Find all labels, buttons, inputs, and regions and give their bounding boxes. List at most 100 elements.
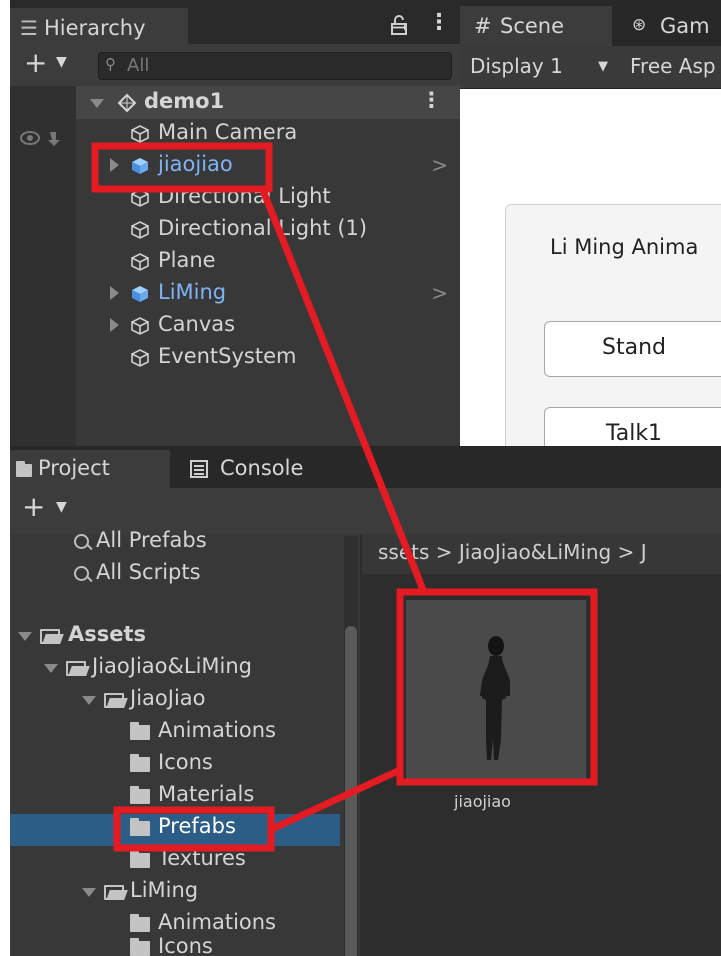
favorite-all-prefabs[interactable]: All Prefabs <box>10 526 340 558</box>
folder-label: Animations <box>158 910 277 934</box>
chevron-right-icon[interactable]: > <box>431 153 448 177</box>
display-dropdown[interactable]: Display 1 <box>470 54 563 78</box>
tab-scene-label: Scene <box>500 14 565 38</box>
hierarchy-tabbar: ☰ Hierarchy ꟷ ⋮ <box>10 0 460 44</box>
folder-icons[interactable]: Icons <box>10 748 340 780</box>
list-icon: ☰ <box>20 16 38 40</box>
tab-project[interactable]: Project <box>10 450 170 488</box>
hierarchy-panel: ☰ Hierarchy ꟷ ⋮ + ▼ ⚲ All demo1 ⋮ Main C… <box>10 0 460 446</box>
hierarchy-item-main-camera[interactable]: Main Camera <box>76 118 460 150</box>
folder-label: Materials <box>158 782 255 806</box>
hierarchy-item-jiaojiao[interactable]: jiaojiao > <box>76 150 460 182</box>
tab-hierarchy[interactable]: ☰ Hierarchy <box>10 8 188 44</box>
game-ui-panel: Li Ming Anima Stand Talk1 <box>505 204 721 446</box>
folder-label: Textures <box>158 846 246 870</box>
tab-game-label[interactable]: Gam <box>660 14 710 38</box>
favorite-all-scripts[interactable]: All Scripts <box>10 558 340 590</box>
gameobject-icon <box>131 317 149 335</box>
tab-scene[interactable]: # Scene <box>460 6 612 46</box>
hierarchy-item-directional-light-1[interactable]: Directional Light (1) <box>76 214 460 246</box>
folder-animations[interactable]: Animations <box>10 716 340 748</box>
chevron-right-icon[interactable]: > <box>431 281 448 305</box>
aspect-dropdown[interactable]: Free Asp <box>630 54 716 78</box>
hierarchy-item-label: Directional Light (1) <box>158 216 368 240</box>
folder-materials[interactable]: Materials <box>10 780 340 812</box>
folder-label: JiaoJiao <box>130 686 206 710</box>
asset-browser: ssets > JiaoJiao&LiMing > J jiaojiao <box>362 534 721 956</box>
search-placeholder: All <box>127 55 150 76</box>
hierarchy-item-plane[interactable]: Plane <box>76 246 460 278</box>
visibility-icons[interactable] <box>20 128 70 148</box>
asset-thumbnail-jiaojiao[interactable] <box>406 600 586 780</box>
favorite-label: All Scripts <box>96 560 201 584</box>
folder-label: Icons <box>158 750 213 774</box>
chevron-down-icon[interactable]: ▼ <box>56 54 67 70</box>
expand-arrow-icon[interactable] <box>110 318 119 332</box>
folder-open-icon <box>104 885 124 900</box>
gameobject-icon <box>131 349 149 367</box>
hierarchy-item-label: Directional Light <box>158 184 331 208</box>
search-icon <box>74 566 89 581</box>
folder-label: Assets <box>68 622 147 646</box>
chevron-down-icon[interactable]: ▼ <box>56 499 67 515</box>
scene-menu-icon[interactable]: ⋮ <box>421 88 442 112</box>
console-icon <box>190 460 208 478</box>
chevron-down-icon[interactable]: ▼ <box>598 59 608 74</box>
scene-row[interactable]: demo1 ⋮ <box>76 86 460 119</box>
scene-tabbar: # Scene ⊛ Gam <box>460 0 721 46</box>
folder-label: Prefabs <box>158 814 236 838</box>
lock-icon-svg[interactable] <box>388 14 410 36</box>
prefab-icon <box>132 286 148 302</box>
folder-prefabs[interactable]: Prefabs <box>10 812 340 844</box>
folder-textures[interactable]: Textures <box>10 844 340 876</box>
folder-icon <box>130 818 150 836</box>
hierarchy-item-canvas[interactable]: Canvas <box>76 310 460 342</box>
hierarchy-item-liming[interactable]: LiMing > <box>76 278 460 310</box>
add-icon[interactable]: + <box>22 490 45 523</box>
expand-arrow-icon[interactable] <box>18 632 32 641</box>
stand-button-label: Stand <box>602 335 666 360</box>
prefab-icon <box>132 158 148 174</box>
folder-label: Icons <box>158 934 213 956</box>
breadcrumb-path[interactable]: ssets > JiaoJiao&LiMing > J <box>378 540 647 564</box>
tab-console-label[interactable]: Console <box>220 456 303 480</box>
hierarchy-toolbar: + ▼ ⚲ All <box>10 44 460 87</box>
folder-liming-icons[interactable]: Icons <box>10 932 340 956</box>
project-folder-tree: All Prefabs All Scripts ▲ Assets JiaoJia… <box>10 528 360 956</box>
folder-icon <box>130 722 150 740</box>
gamepad-icon: ⊛ <box>632 15 647 35</box>
folder-icon <box>130 786 150 804</box>
folder-icon <box>130 938 150 956</box>
scene-name: demo1 <box>144 89 225 113</box>
hierarchy-item-eventsystem[interactable]: EventSystem <box>76 342 460 374</box>
folder-label: JiaoJiao&LiMing <box>92 654 252 678</box>
folder-icon <box>130 754 150 772</box>
folder-icon <box>16 461 32 477</box>
hierarchy-search-input[interactable]: ⚲ All <box>98 52 452 80</box>
folder-jiaojiao-liming[interactable]: JiaoJiao&LiMing <box>10 652 340 684</box>
expand-arrow-icon[interactable] <box>44 664 58 673</box>
hierarchy-item-label: Main Camera <box>158 120 298 144</box>
expand-arrow-icon[interactable] <box>82 696 96 705</box>
folder-jiaojiao[interactable]: JiaoJiao <box>10 684 340 716</box>
folder-open-icon <box>104 693 124 708</box>
add-icon[interactable]: + <box>24 46 47 79</box>
expand-arrow-icon[interactable] <box>90 99 104 108</box>
folder-icon <box>130 914 150 932</box>
expand-arrow-icon[interactable] <box>110 286 119 300</box>
talk1-button[interactable]: Talk1 <box>544 407 721 446</box>
expand-arrow-icon[interactable] <box>82 888 96 897</box>
menu-dots-icon[interactable]: ⋮ <box>428 10 450 35</box>
project-tabbar: Project Console <box>10 446 721 488</box>
search-icon <box>74 534 89 549</box>
stand-button[interactable]: Stand <box>544 321 721 377</box>
folder-open-icon <box>66 661 86 676</box>
folder-assets[interactable]: Assets <box>10 620 340 652</box>
tree-scrollbar-thumb[interactable] <box>345 626 357 956</box>
expand-arrow-icon[interactable] <box>110 158 119 172</box>
folder-liming[interactable]: LiMing <box>10 876 340 908</box>
gameobject-icon <box>131 253 149 271</box>
hierarchy-item-directional-light[interactable]: Directional Light <box>76 182 460 214</box>
gameobject-icon <box>131 189 149 207</box>
game-toolbar: Display 1 ▼ Free Asp <box>460 46 721 89</box>
